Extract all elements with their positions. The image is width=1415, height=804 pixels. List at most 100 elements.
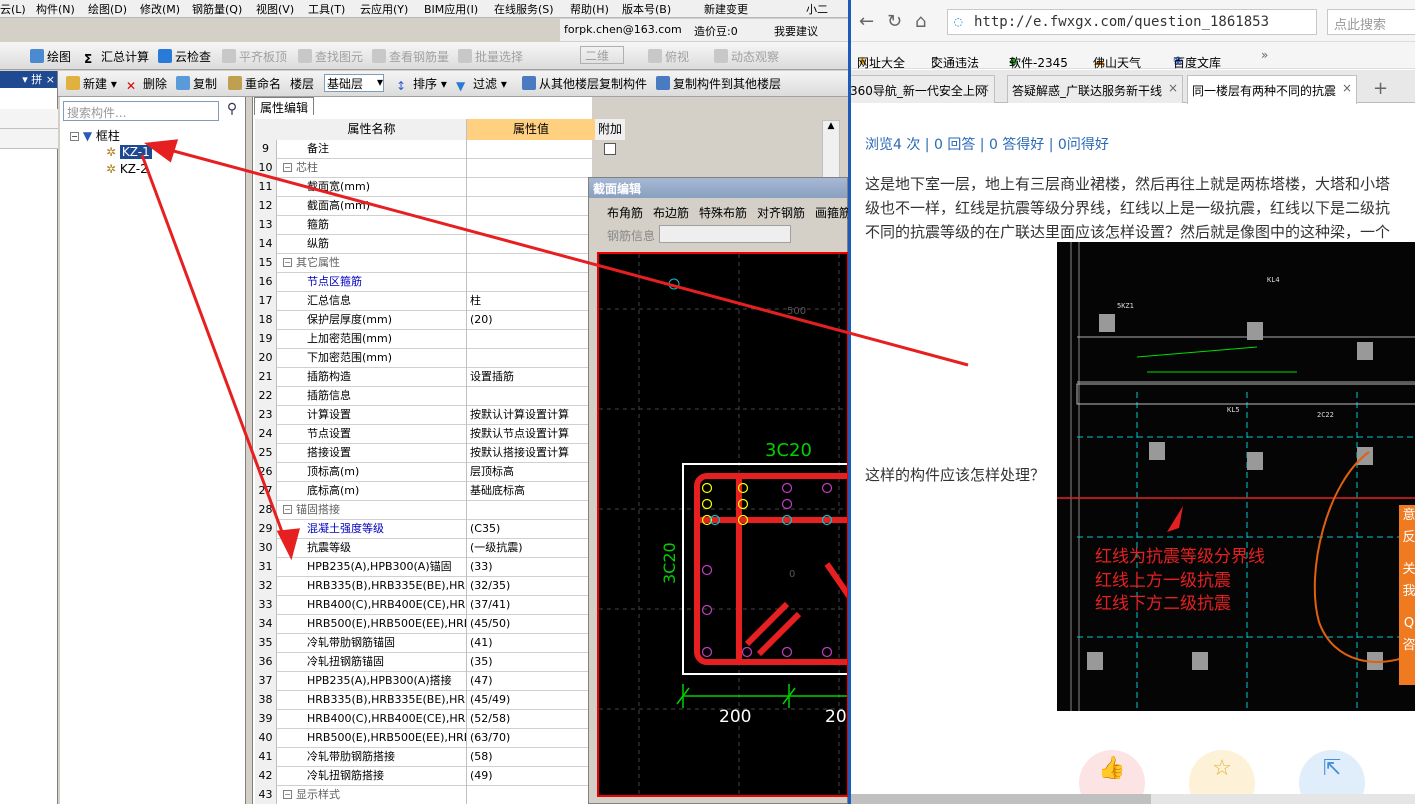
property-row[interactable]: 36 冷轧扭钢筋锚固 (35) — [255, 653, 625, 672]
copy-to-floor-button[interactable]: 复制构件到其他楼层 — [656, 75, 781, 92]
property-row[interactable]: 37 HPB235(A),HPB300(A)搭接 (47) — [255, 672, 625, 691]
property-row[interactable]: 29 混凝土强度等级 (C35) — [255, 520, 625, 539]
menu-item[interactable]: 构件(N) — [36, 1, 75, 17]
property-value[interactable]: (49) — [467, 767, 595, 786]
align-rebar-tool[interactable]: 对齐钢筋 — [757, 204, 805, 221]
menu-item[interactable]: 在线服务(S) — [494, 1, 554, 17]
property-row[interactable]: 16 节点区箍筋 — [255, 273, 625, 292]
property-row[interactable]: 15− 其它属性 — [255, 254, 625, 273]
property-row[interactable]: 38 HRB335(B),HRB335E(BE),HRBF (45/49) — [255, 691, 625, 710]
address-bar[interactable]: ◌ http://e.fwxgx.com/question_1861853 — [947, 9, 1317, 35]
property-row[interactable]: 42 冷轧扭钢筋搭接 (49) — [255, 767, 625, 786]
collapse-icon[interactable]: − — [70, 132, 79, 141]
floor-select[interactable]: 基础层 ▾ — [324, 74, 384, 92]
property-value[interactable]: (32/35) — [467, 577, 595, 596]
property-row[interactable]: 20 下加密范围(mm) — [255, 349, 625, 368]
menu-item[interactable]: 云应用(Y) — [360, 1, 408, 17]
collapse-icon[interactable]: − — [283, 163, 292, 172]
property-value[interactable] — [467, 330, 595, 349]
view-mode-select[interactable]: 二维 — [580, 46, 625, 64]
property-row[interactable]: 26 顶标高(m) 层顶标高 — [255, 463, 625, 482]
property-row[interactable]: 22 插筋信息 — [255, 387, 625, 406]
property-value[interactable] — [467, 786, 595, 804]
section-canvas[interactable]: 500 3C20 3C20 0 200 20 — [597, 252, 848, 797]
property-row[interactable]: 28− 锚固搭接 — [255, 501, 625, 520]
rebar-info-select[interactable] — [659, 225, 791, 243]
property-value[interactable]: (33) — [467, 558, 595, 577]
property-value[interactable] — [467, 159, 595, 178]
new-button[interactable]: 新建 ▾ — [66, 75, 117, 92]
property-value[interactable]: (37/41) — [467, 596, 595, 615]
sort-button[interactable]: ↕ 排序 ▾ — [396, 75, 447, 93]
delete-button[interactable]: ✕ 删除 — [126, 75, 167, 93]
property-value[interactable]: (63/70) — [467, 729, 595, 748]
flush-top-button[interactable]: 平齐板顶 — [222, 48, 287, 65]
property-value[interactable]: 按默认计算设置计算 — [467, 406, 595, 425]
collapse-icon[interactable]: − — [283, 505, 292, 514]
property-row[interactable]: 33 HRB400(C),HRB400E(CE),HRBF (37/41) — [255, 596, 625, 615]
property-row[interactable]: 24 节点设置 按默认节点设置计算 — [255, 425, 625, 444]
menu-item[interactable]: 版本号(B) — [622, 1, 671, 17]
tree-item-kz2[interactable]: ✲ KZ-2 — [106, 162, 148, 176]
column-header-name[interactable]: 属性名称 — [277, 119, 467, 140]
property-row[interactable]: 11 截面宽(mm) — [255, 178, 625, 197]
browser-tab-active[interactable]: 同一楼层有两种不同的抗震 × — [1187, 75, 1357, 104]
menu-item[interactable]: 视图(V) — [256, 1, 294, 17]
property-value[interactable] — [467, 140, 595, 159]
property-value[interactable]: (45/49) — [467, 691, 595, 710]
batch-select-button[interactable]: 批量选择 — [458, 48, 523, 65]
property-value[interactable]: (58) — [467, 748, 595, 767]
close-icon[interactable]: × — [1342, 81, 1352, 95]
feedback-link[interactable]: 我要建议 — [774, 23, 818, 39]
property-value[interactable]: 按默认搭接设置计算 — [467, 444, 595, 463]
copy-from-floor-button[interactable]: 从其他楼层复制构件 — [522, 75, 647, 92]
stirrup-tool[interactable]: 画箍筋 — [815, 204, 848, 221]
menu-item[interactable]: 修改(M) — [140, 1, 180, 17]
menu-item[interactable]: 钢筋量(Q) — [192, 1, 242, 17]
close-icon[interactable]: × — [980, 81, 990, 95]
property-row[interactable]: 12 截面高(mm) — [255, 197, 625, 216]
property-value[interactable]: 基础底标高 — [467, 482, 595, 501]
tab-property-edit[interactable]: 属性编辑 — [254, 97, 315, 115]
property-value[interactable]: 柱 — [467, 292, 595, 311]
property-value[interactable] — [467, 235, 595, 254]
summary-calc-button[interactable]: Σ 汇总计算 — [84, 48, 149, 66]
menu-item[interactable]: 工具(T) — [308, 1, 345, 17]
property-row[interactable]: 18 保护层厚度(mm) (20) — [255, 311, 625, 330]
property-row[interactable]: 32 HRB335(B),HRB335E(BE),HRBF (32/35) — [255, 577, 625, 596]
property-row[interactable]: 30 抗震等级 (一级抗震) — [255, 539, 625, 558]
more-bookmarks-icon[interactable]: » — [1261, 48, 1268, 62]
property-value[interactable] — [467, 501, 595, 520]
side-rebar-tool[interactable]: 布边筋 — [653, 204, 689, 221]
property-value[interactable]: (47) — [467, 672, 595, 691]
filter-button[interactable]: ▼ 过滤 ▾ — [456, 75, 507, 93]
property-value[interactable] — [467, 349, 595, 368]
rename-button[interactable]: 重命名 — [228, 75, 281, 92]
property-value[interactable] — [467, 178, 595, 197]
menu-item[interactable]: 小二 — [806, 1, 828, 17]
property-value[interactable] — [467, 273, 595, 292]
property-value[interactable]: (35) — [467, 653, 595, 672]
account-email[interactable]: forpk.chen@163.com — [564, 23, 682, 36]
property-row[interactable]: 40 HRB500(E),HRB500E(EE),HRBF (63/70) — [255, 729, 625, 748]
property-row[interactable]: 39 HRB400(C),HRB400E(CE),HRBF (52/58) — [255, 710, 625, 729]
view-rebar-button[interactable]: 查看钢筋量 — [372, 48, 449, 65]
browser-search-input[interactable]: 点此搜索 — [1327, 9, 1415, 35]
property-value[interactable]: (45/50) — [467, 615, 595, 634]
property-value[interactable]: 按默认节点设置计算 — [467, 425, 595, 444]
property-row[interactable]: 27 底标高(m) 基础底标高 — [255, 482, 625, 501]
property-row[interactable]: 41 冷轧带肋钢筋搭接 (58) — [255, 748, 625, 767]
home-icon[interactable]: ⌂ — [915, 11, 926, 32]
nav-panel-header[interactable]: ▾ 拼 × — [0, 71, 57, 88]
property-row[interactable]: 14 纵筋 — [255, 235, 625, 254]
property-value[interactable] — [467, 254, 595, 273]
extra-checkbox[interactable] — [604, 143, 616, 155]
close-icon[interactable]: × — [1168, 81, 1178, 95]
collapse-icon[interactable]: − — [283, 258, 292, 267]
horizontal-scrollbar[interactable] — [851, 794, 1415, 804]
column-header-extra[interactable]: 附加 — [595, 119, 625, 140]
find-element-button[interactable]: 查找图元 — [298, 48, 363, 65]
property-row[interactable]: 43− 显示样式 — [255, 786, 625, 804]
nav-item[interactable] — [0, 129, 58, 149]
special-rebar-tool[interactable]: 特殊布筋 — [699, 204, 747, 221]
